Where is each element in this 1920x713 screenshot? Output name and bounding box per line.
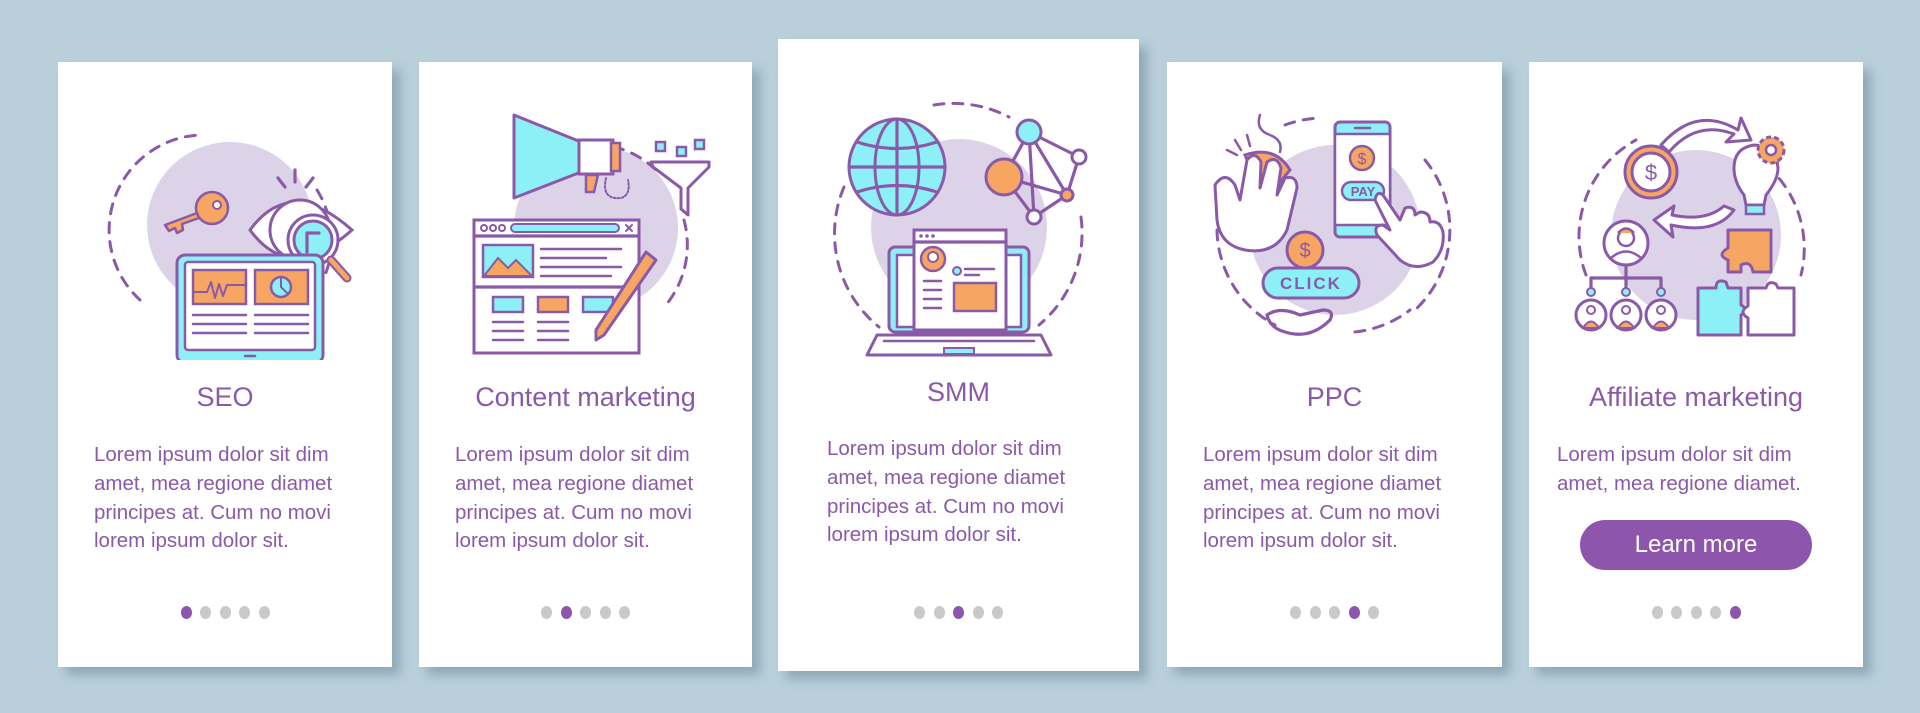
- page-dot-3[interactable]: [953, 606, 964, 619]
- page-dot-4[interactable]: [599, 606, 611, 619]
- page-dot-1[interactable]: [180, 606, 192, 619]
- page-dot-1[interactable]: [541, 606, 552, 619]
- click-label: CLICK: [1280, 274, 1342, 293]
- page-indicator: [58, 606, 392, 619]
- screen-description: Lorem ipsum dolor sit dim amet, mea regi…: [94, 443, 333, 553]
- affiliate-marketing-illustration: $: [1574, 116, 1806, 337]
- web-page-icon: [471, 218, 641, 355]
- screen-description: Lorem ipsum dolor sit dim amet, mea regi…: [827, 437, 1066, 547]
- page-dot-4[interactable]: [1348, 606, 1360, 619]
- coin-dollar-label: $: [1357, 151, 1366, 168]
- ppc-illustration: $ PAY $ CLICK: [1213, 113, 1451, 336]
- screen-description: Lorem ipsum dolor sit dim amet, mea regi…: [1557, 443, 1801, 495]
- page-dot-4[interactable]: [972, 606, 984, 619]
- page-indicator: [1167, 606, 1502, 619]
- screen-description: Lorem ipsum dolor sit dim amet, mea regi…: [1203, 443, 1442, 553]
- learn-more-button[interactable]: Learn more: [1580, 520, 1812, 570]
- onboarding-screen-ppc: $ PAY $ CLICK PPC Lorem ipsum dolor sit …: [1167, 62, 1502, 667]
- screen-title: SEO: [196, 382, 254, 412]
- pay-label: PAY: [1350, 184, 1375, 199]
- seo-illustration: [107, 133, 355, 360]
- page-dot-1[interactable]: [1651, 606, 1663, 619]
- hand-on-mouse-icon: [1213, 113, 1298, 253]
- page-dot-2[interactable]: [1309, 606, 1321, 619]
- page-dot-5[interactable]: [992, 606, 1003, 619]
- laptop-profile-icon: [865, 228, 1052, 357]
- page-dot-2[interactable]: [200, 606, 211, 619]
- page-dot-3[interactable]: [580, 606, 591, 619]
- monitor-icon: [175, 253, 325, 360]
- dollar-coin-icon: $: [1623, 144, 1679, 200]
- page-indicator: [419, 606, 752, 619]
- page-dot-5[interactable]: [258, 606, 270, 619]
- page-dot-3[interactable]: [1329, 606, 1340, 619]
- coin-dollar-label: $: [1645, 160, 1657, 185]
- page-dot-1[interactable]: [914, 606, 925, 619]
- smm-illustration: [832, 101, 1087, 357]
- page-dot-2[interactable]: [933, 606, 945, 619]
- page-indicator: [1529, 606, 1863, 619]
- page-dot-3[interactable]: [219, 606, 231, 619]
- onboarding-screen-affiliate-marketing: $ Affiliate marketing Lorem ipsum dolor …: [1529, 62, 1863, 667]
- screen-description: Lorem ipsum dolor sit dim amet, mea regi…: [455, 443, 694, 553]
- onboarding-screen-seo: SEO Lorem ipsum dolor sit dim amet, mea …: [58, 62, 392, 667]
- content-marketing-illustration: [471, 113, 710, 355]
- page-dot-2[interactable]: [560, 606, 572, 619]
- globe-icon: [846, 117, 947, 217]
- page-indicator: [778, 606, 1139, 619]
- page-dot-5[interactable]: [1729, 606, 1741, 619]
- page-dot-4[interactable]: [1710, 606, 1721, 619]
- page-dot-5[interactable]: [1368, 606, 1379, 619]
- page-dot-4[interactable]: [239, 606, 250, 619]
- onboarding-screen-content-marketing: Content marketing Lorem ipsum dolor sit …: [419, 62, 752, 667]
- onboarding-screen-smm: SMM Lorem ipsum dolor sit dim amet, mea …: [778, 39, 1139, 671]
- page-dot-3[interactable]: [1690, 606, 1702, 619]
- page-dot-2[interactable]: [1671, 606, 1682, 619]
- page-dot-5[interactable]: [619, 606, 630, 619]
- coin-dollar-label: $: [1299, 240, 1310, 262]
- screen-title: PPC: [1306, 382, 1363, 412]
- screen-title: SMM: [927, 377, 990, 407]
- page-dot-1[interactable]: [1290, 606, 1301, 619]
- screen-title: Affiliate marketing: [1588, 382, 1804, 412]
- screen-title: Content marketing: [475, 382, 696, 412]
